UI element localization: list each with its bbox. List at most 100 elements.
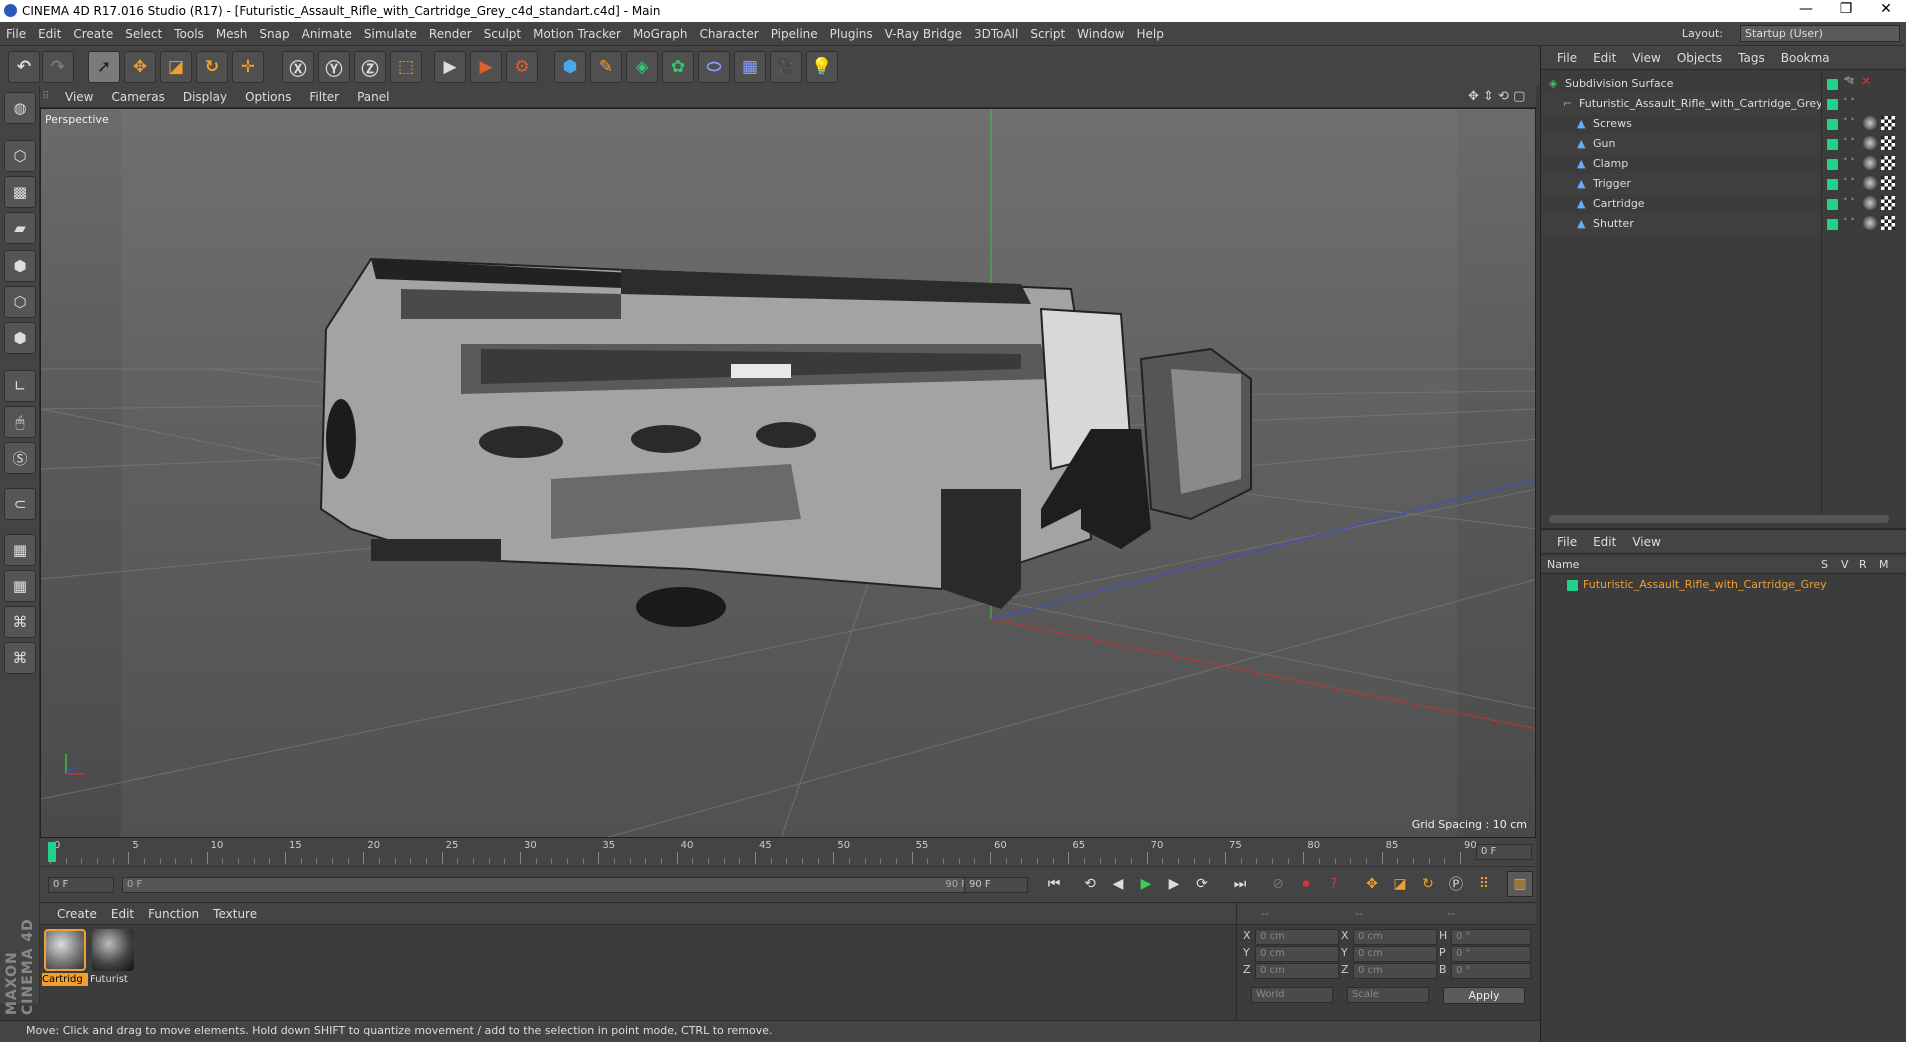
object-row[interactable]: ▲ Clamp <box>1541 154 1821 174</box>
object-row[interactable]: ▲ Gun <box>1541 134 1821 154</box>
object-name[interactable]: Shutter <box>1593 214 1634 234</box>
texture-tag-icon[interactable] <box>1881 136 1895 150</box>
texture-tag-icon[interactable] <box>1881 216 1895 230</box>
start-frame-field[interactable]: 0 F <box>48 877 114 893</box>
undo-icon[interactable]: ↶ <box>8 51 40 83</box>
pen-spline-icon[interactable]: ✎ <box>590 51 622 83</box>
material-menu-edit[interactable]: Edit <box>104 903 141 925</box>
viewport-perspective[interactable]: Perspective Grid Spacing : 10 cm <box>40 108 1536 838</box>
workplane-lock-icon[interactable]: ▦ <box>4 534 36 566</box>
select-tool-icon[interactable]: ➚ <box>88 51 120 83</box>
rotate-tool-icon[interactable]: ↻ <box>196 51 228 83</box>
object-row[interactable]: ◈ Subdivision Surface <box>1541 74 1821 94</box>
y-axis-lock-icon[interactable]: Ⓨ <box>318 51 350 83</box>
texture-tag-icon[interactable] <box>1881 116 1895 130</box>
menu-script[interactable]: Script <box>1024 22 1071 46</box>
keyframe-selection-icon[interactable]: ? <box>1321 871 1347 897</box>
menu-plugins[interactable]: Plugins <box>824 22 879 46</box>
menu-edit[interactable]: Edit <box>32 22 67 46</box>
material-menu-texture[interactable]: Texture <box>206 903 264 925</box>
object-menu-bookma[interactable]: Bookma <box>1773 46 1838 70</box>
coordinate-system-icon[interactable]: ⬚ <box>390 51 422 83</box>
array-cloner-icon[interactable]: ✿ <box>662 51 694 83</box>
texture-mode-icon[interactable]: ▩ <box>4 176 36 208</box>
move-tool-icon[interactable]: ✥ <box>124 51 156 83</box>
viewport-menu-view[interactable]: View <box>56 86 102 108</box>
coord-position-field[interactable]: 0 cm <box>1255 946 1339 962</box>
coord-mode-world-select[interactable]: World <box>1251 987 1333 1003</box>
material-swatch-cartridge[interactable] <box>44 929 86 971</box>
object-row[interactable]: ▲ Cartridge <box>1541 194 1821 214</box>
menu-select[interactable]: Select <box>119 22 168 46</box>
material-tag-icon[interactable] <box>1863 156 1877 170</box>
object-name[interactable]: Cartridge <box>1593 194 1645 214</box>
key-position-icon[interactable]: ✥ <box>1359 871 1385 897</box>
coord-rotation-field[interactable]: 0 ° <box>1451 929 1531 945</box>
range-slider[interactable]: 0 F 90 F <box>122 877 992 893</box>
tweak-mode-icon[interactable]: 🖱 <box>4 406 36 438</box>
maximize-button[interactable]: ❐ <box>1826 1 1866 21</box>
key-rotation-icon[interactable]: ↻ <box>1415 871 1441 897</box>
next-frame-icon[interactable]: ▶ <box>1161 871 1187 897</box>
scale-tool-icon[interactable]: ◪ <box>160 51 192 83</box>
layout-select[interactable]: Startup (User) <box>1740 25 1900 42</box>
render-settings-icon[interactable]: ⚙ <box>506 51 538 83</box>
material-name-cartridge[interactable]: Cartridg <box>42 973 88 986</box>
horizontal-scrollbar[interactable] <box>1549 515 1889 523</box>
subdivision-surface-icon[interactable]: ◈ <box>626 51 658 83</box>
snap-icon[interactable]: Ⓢ <box>4 442 36 474</box>
axis-mode-icon[interactable]: ∟ <box>4 370 36 402</box>
viewport-menu-filter[interactable]: Filter <box>300 86 348 108</box>
layer-name[interactable]: Futuristic_Assault_Rifle_with_Cartridge_… <box>1583 578 1827 591</box>
record-keys-icon[interactable]: ⊘ <box>1265 871 1291 897</box>
key-param-icon[interactable]: Ⓟ <box>1443 871 1469 897</box>
camera-icon[interactable]: 🎥 <box>770 51 802 83</box>
menu-file[interactable]: File <box>0 22 32 46</box>
menu-motion-tracker[interactable]: Motion Tracker <box>527 22 627 46</box>
end-frame-field[interactable]: 90 F <box>964 877 1028 893</box>
attribute-menu-edit[interactable]: Edit <box>1585 530 1624 554</box>
menu-pipeline[interactable]: Pipeline <box>765 22 824 46</box>
coord-rotation-field[interactable]: 0 ° <box>1451 963 1531 979</box>
close-button[interactable]: ✕ <box>1866 1 1906 21</box>
model-mode-icon[interactable]: ⬡ <box>4 140 36 172</box>
render-view-icon[interactable]: ▶ <box>434 51 466 83</box>
object-row[interactable]: ▲ Shutter <box>1541 214 1821 234</box>
menu-window[interactable]: Window <box>1071 22 1130 46</box>
x-axis-lock-icon[interactable]: Ⓧ <box>282 51 314 83</box>
workplane-mode-icon[interactable]: ▰ <box>4 212 36 244</box>
attribute-menu-file[interactable]: File <box>1549 530 1585 554</box>
coord-size-field[interactable]: 0 cm <box>1353 946 1437 962</box>
playhead[interactable] <box>48 842 56 862</box>
magnet-icon[interactable]: ⊂ <box>4 488 36 520</box>
coord-size-field[interactable]: 0 cm <box>1353 929 1437 945</box>
minimize-button[interactable]: — <box>1786 1 1826 21</box>
layer-row[interactable]: Futuristic_Assault_Rifle_with_Cartridge_… <box>1541 576 1906 594</box>
z-axis-lock-icon[interactable]: Ⓩ <box>354 51 386 83</box>
previous-frame-icon[interactable]: ◀ <box>1105 871 1131 897</box>
make-editable-icon[interactable]: ◍ <box>4 92 36 124</box>
object-row[interactable]: ⌐ Futuristic_Assault_Rifle_with_Cartridge… <box>1541 94 1823 114</box>
next-key-icon[interactable]: ⟳ <box>1189 871 1215 897</box>
material-menu-function[interactable]: Function <box>141 903 206 925</box>
object-name[interactable]: Futuristic_Assault_Rifle_with_Cartridge_… <box>1579 94 1823 114</box>
floor-scene-icon[interactable]: ▦ <box>734 51 766 83</box>
timeline-ruler[interactable]: 0 5 10 15 20 25 30 35 40 45 50 55 60 65 70 75 80 85 90 0 F <box>40 838 1536 866</box>
menu-v-ray-bridge[interactable]: V-Ray Bridge <box>879 22 968 46</box>
object-menu-view[interactable]: View <box>1624 46 1668 70</box>
menu-render[interactable]: Render <box>423 22 478 46</box>
timeline-window-icon[interactable]: ▥ <box>1507 871 1533 897</box>
key-pla-icon[interactable]: ⠿ <box>1471 871 1497 897</box>
menu-simulate[interactable]: Simulate <box>358 22 423 46</box>
texture-tag-icon[interactable] <box>1881 196 1895 210</box>
go-to-end-icon[interactable]: ⏭ <box>1227 871 1253 897</box>
transform-tool-icon[interactable]: ✛ <box>232 51 264 83</box>
material-tag-icon[interactable] <box>1863 136 1877 150</box>
menu-sculpt[interactable]: Sculpt <box>478 22 527 46</box>
polygons-mode-icon[interactable]: ⬢ <box>4 322 36 354</box>
material-swatch-futurist[interactable] <box>92 929 134 971</box>
object-menu-tags[interactable]: Tags <box>1730 46 1773 70</box>
coord-rotation-field[interactable]: 0 ° <box>1451 946 1531 962</box>
edges-mode-icon[interactable]: ⬡ <box>4 286 36 318</box>
deformer-icon[interactable]: ⬭ <box>698 51 730 83</box>
